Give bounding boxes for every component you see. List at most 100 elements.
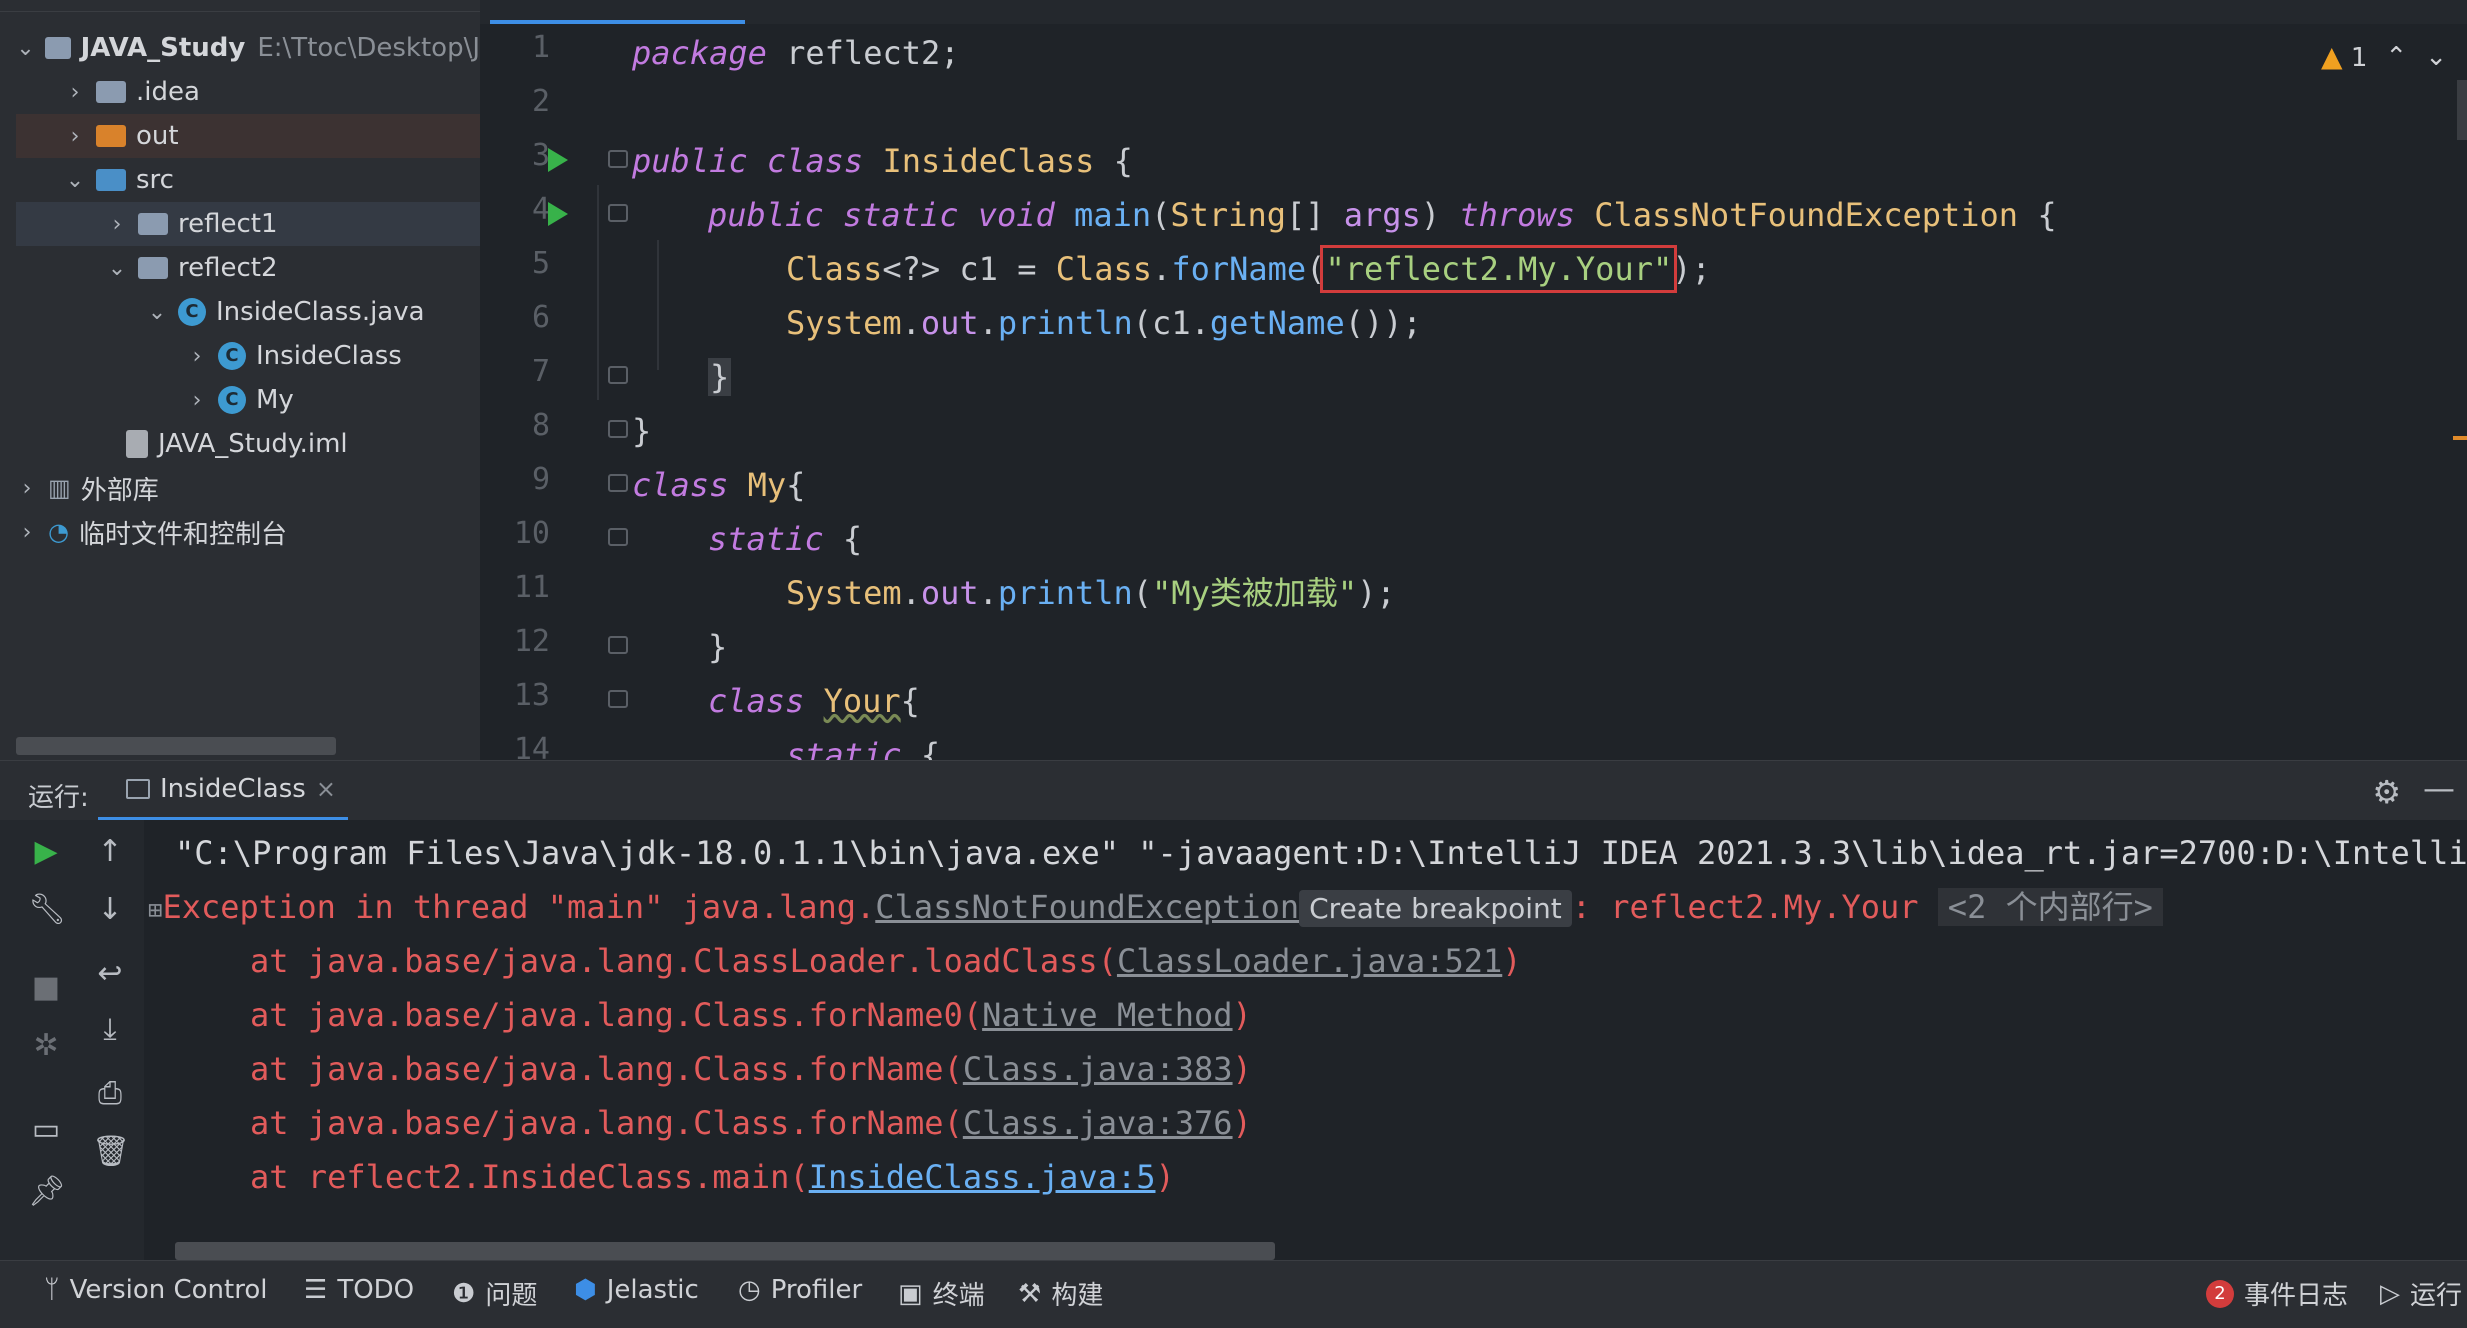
tree-item-src[interactable]: ⌄ src <box>16 158 480 202</box>
code-line-10[interactable]: static { <box>708 512 862 566</box>
run-main-icon[interactable] <box>548 202 568 226</box>
code-token: ( <box>1151 196 1171 234</box>
tree-item-reflect2[interactable]: ⌄ reflect2 <box>16 246 480 290</box>
code-line-7[interactable]: } <box>708 350 732 404</box>
chevron-down-icon[interactable]: ⌄ <box>146 300 168 325</box>
print-icon[interactable]: ⎙ <box>92 1076 128 1112</box>
fold-marker-icon[interactable] <box>608 636 628 654</box>
chevron-down-icon[interactable]: ⌄ <box>16 36 35 61</box>
scroll-to-end-icon[interactable]: ⤓ <box>92 1012 128 1048</box>
code-line-1[interactable]: package reflect2; <box>632 26 960 80</box>
stack-frame-link[interactable]: ClassLoader.java:521 <box>1117 942 1502 980</box>
run-window-button[interactable]: ▷ 运行 <box>2380 1275 2462 1312</box>
version-control-button[interactable]: ᛘ Version Control <box>44 1275 267 1305</box>
chevron-right-icon[interactable]: › <box>64 124 86 149</box>
code-line-8[interactable]: } <box>632 404 651 458</box>
create-breakpoint-button[interactable]: Create breakpoint <box>1299 890 1572 927</box>
warning-indicator[interactable]: ▲ 1 <box>2321 40 2367 73</box>
code-line-6[interactable]: System.out.println(c1.getName()); <box>786 296 1422 350</box>
chevron-right-icon[interactable]: › <box>16 520 38 545</box>
chevron-down-icon[interactable]: ⌄ <box>106 256 128 281</box>
fold-marker-icon[interactable] <box>608 366 628 384</box>
code-line-3[interactable]: public class InsideClass { <box>632 134 1133 188</box>
profiler-button[interactable]: ◷ Profiler <box>738 1275 862 1305</box>
code-line-14[interactable]: static { <box>786 728 940 760</box>
error-stripe-mark[interactable] <box>2453 436 2467 440</box>
tree-item-external-libraries[interactable]: › ▥ 外部库 <box>16 466 480 510</box>
chevron-right-icon[interactable]: › <box>16 476 38 501</box>
tree-item-java-study[interactable]: ⌄ JAVA_Study E:\Ttoc\Desktop\J <box>16 26 480 70</box>
stack-frame-link[interactable]: Class.java:376 <box>963 1104 1233 1142</box>
layout-icon[interactable]: ▭ <box>28 1112 64 1148</box>
stack-frame-link[interactable]: Class.java:383 <box>963 1050 1233 1088</box>
chevron-down-icon[interactable]: ⌄ <box>2425 42 2447 72</box>
terminal-icon: ▣ <box>898 1278 923 1309</box>
tree-item-out[interactable]: › out <box>16 114 480 158</box>
gear-icon[interactable]: ⚙ <box>2372 773 2401 811</box>
console-horizontal-scrollbar[interactable] <box>175 1242 1275 1260</box>
fold-marker-icon[interactable] <box>608 474 628 492</box>
tree-item-my[interactable]: › C My <box>16 378 480 422</box>
class-name-token: Your <box>823 682 901 720</box>
line-number: 2 <box>531 84 550 119</box>
inspection-widget[interactable]: ▲ 1 ⌃ ⌄ <box>2321 40 2447 73</box>
code-editor[interactable]: ▲ 1 ⌃ ⌄ 1 2 3 4 5 6 7 8 9 10 11 12 13 14… <box>480 0 2467 760</box>
problems-button[interactable]: ❶ 问题 <box>452 1275 537 1312</box>
chevron-right-icon[interactable]: › <box>186 388 208 413</box>
code-line-5[interactable]: Class<?> c1 = Class.forName("reflect2.My… <box>786 242 1711 296</box>
exception-class-link[interactable]: ClassNotFoundException <box>875 888 1299 926</box>
tree-item-label: src <box>136 165 174 195</box>
pin-icon[interactable]: 📌︎ <box>28 1174 66 1210</box>
soft-wrap-icon[interactable]: ↩ <box>92 956 128 992</box>
event-log-button[interactable]: 2 事件日志 <box>2206 1275 2348 1312</box>
tree-item-iml[interactable]: JAVA_Study.iml <box>16 422 480 466</box>
fold-marker-icon[interactable] <box>608 204 628 222</box>
internal-lines-fold[interactable]: <2 个内部行> <box>1937 888 2163 926</box>
run-tab-insideclass[interactable]: InsideClass × <box>98 761 348 821</box>
tree-item-scratches[interactable]: › ◔ 临时文件和控制台 <box>16 510 480 554</box>
line-number: 14 <box>513 732 550 760</box>
chevron-right-icon[interactable]: › <box>106 212 128 237</box>
tree-item-reflect1[interactable]: › reflect1 <box>16 202 480 246</box>
code-line-13[interactable]: class Your{ <box>708 674 920 728</box>
code-line-12[interactable]: } <box>708 620 727 674</box>
chevron-up-icon[interactable]: ⌃ <box>2385 42 2407 72</box>
wrench-icon[interactable]: 🔧︎ <box>28 892 66 928</box>
code-token: . <box>978 304 998 342</box>
tree-item-insideclass-java[interactable]: ⌄ C InsideClass.java <box>16 290 480 334</box>
tree-item-insideclass[interactable]: › C InsideClass <box>16 334 480 378</box>
code-line-4[interactable]: public static void main(String[] args) t… <box>708 188 2057 242</box>
stop-icon[interactable]: ■ <box>28 970 64 1006</box>
terminal-button[interactable]: ▣ 终端 <box>898 1275 985 1312</box>
line-number: 3 <box>531 138 550 173</box>
fold-marker-icon[interactable] <box>608 690 628 708</box>
run-class-icon[interactable] <box>548 148 568 172</box>
tree-item-idea[interactable]: › .idea <box>16 70 480 114</box>
code-line-9[interactable]: class My{ <box>632 458 805 512</box>
chevron-right-icon[interactable]: › <box>64 80 86 105</box>
trash-icon[interactable]: 🗑︎ <box>92 1134 130 1170</box>
stack-frame-link[interactable]: Native Method <box>982 996 1232 1034</box>
fold-marker-icon[interactable] <box>608 150 628 168</box>
fold-marker-icon[interactable] <box>608 420 628 438</box>
scratch-icon: ◔ <box>48 518 69 546</box>
jelastic-button[interactable]: ⬢ Jelastic <box>574 1275 699 1305</box>
editor-tab-active[interactable] <box>490 0 745 24</box>
fold-marker-icon[interactable] <box>608 528 628 546</box>
todo-button[interactable]: ☰ TODO <box>304 1275 414 1305</box>
close-icon[interactable]: × <box>316 775 336 803</box>
debug-icon[interactable]: ✲ <box>28 1028 64 1064</box>
project-horizontal-scrollbar[interactable] <box>16 737 336 755</box>
rerun-icon[interactable]: ▶ <box>28 834 64 870</box>
chevron-right-icon[interactable]: › <box>186 344 208 369</box>
expand-icon[interactable]: ⊞ <box>148 896 162 924</box>
arrow-down-icon[interactable]: ↓ <box>92 892 128 928</box>
stack-frame-link[interactable]: InsideClass.java:5 <box>809 1158 1156 1196</box>
arrow-up-icon[interactable]: ↑ <box>92 834 128 870</box>
code-line-11[interactable]: System.out.println("My类被加载"); <box>786 566 1396 620</box>
minimize-icon[interactable]: — <box>2423 769 2455 807</box>
chevron-down-icon[interactable]: ⌄ <box>64 168 86 193</box>
editor-vertical-scrollbar[interactable] <box>2457 80 2467 140</box>
build-button[interactable]: ⚒ 构建 <box>1018 1275 1103 1312</box>
code-token: . <box>1152 250 1172 288</box>
